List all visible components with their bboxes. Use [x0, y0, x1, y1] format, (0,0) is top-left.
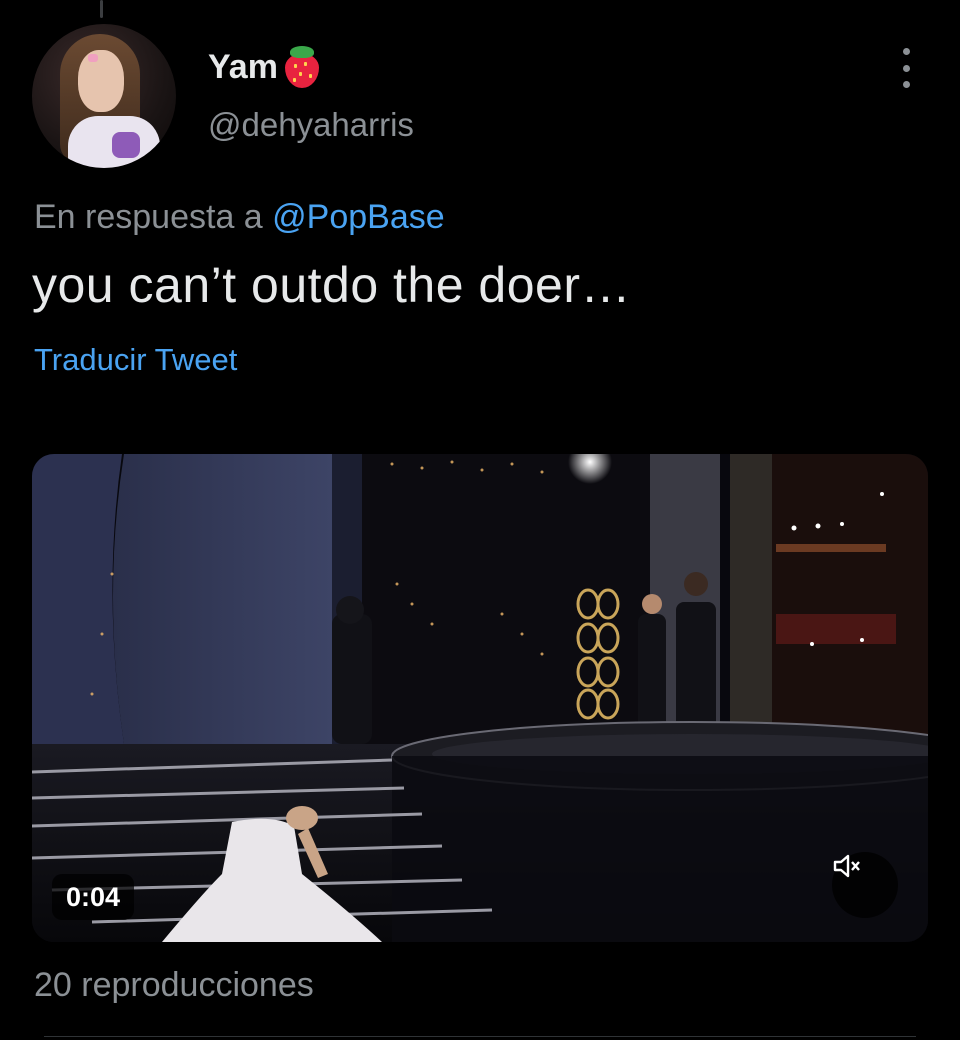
user-handle[interactable]: @dehyaharris	[208, 106, 414, 144]
display-name-text[interactable]: Yam	[208, 48, 278, 87]
avatar-shirt-print	[112, 132, 140, 158]
thread-connector-line	[100, 0, 103, 18]
divider	[44, 1036, 916, 1037]
video-duration-badge: 0:04	[52, 874, 135, 920]
mute-toggle-button[interactable]	[832, 852, 898, 918]
avatar[interactable]	[32, 24, 176, 168]
strawberry-icon	[282, 44, 322, 90]
video-frame	[32, 454, 928, 942]
avatar-hair-clip	[88, 54, 98, 62]
video-player[interactable]: 0:04	[32, 454, 928, 942]
view-count: 20 reproducciones	[34, 966, 314, 1004]
reply-prefix: En respuesta a	[34, 198, 263, 236]
speaker-muted-icon	[833, 854, 860, 878]
reply-mention-link[interactable]: @PopBase	[272, 198, 445, 236]
more-vertical-icon[interactable]	[900, 48, 912, 88]
tweet-header: Yam @dehyaharris	[32, 24, 928, 170]
display-name[interactable]: Yam	[208, 44, 322, 90]
avatar-face	[78, 50, 124, 112]
translate-tweet-link[interactable]: Traducir Tweet	[34, 342, 237, 378]
tweet-text: you can’t outdo the doer…	[32, 257, 631, 313]
reply-context: En respuesta a @PopBase	[34, 198, 445, 237]
